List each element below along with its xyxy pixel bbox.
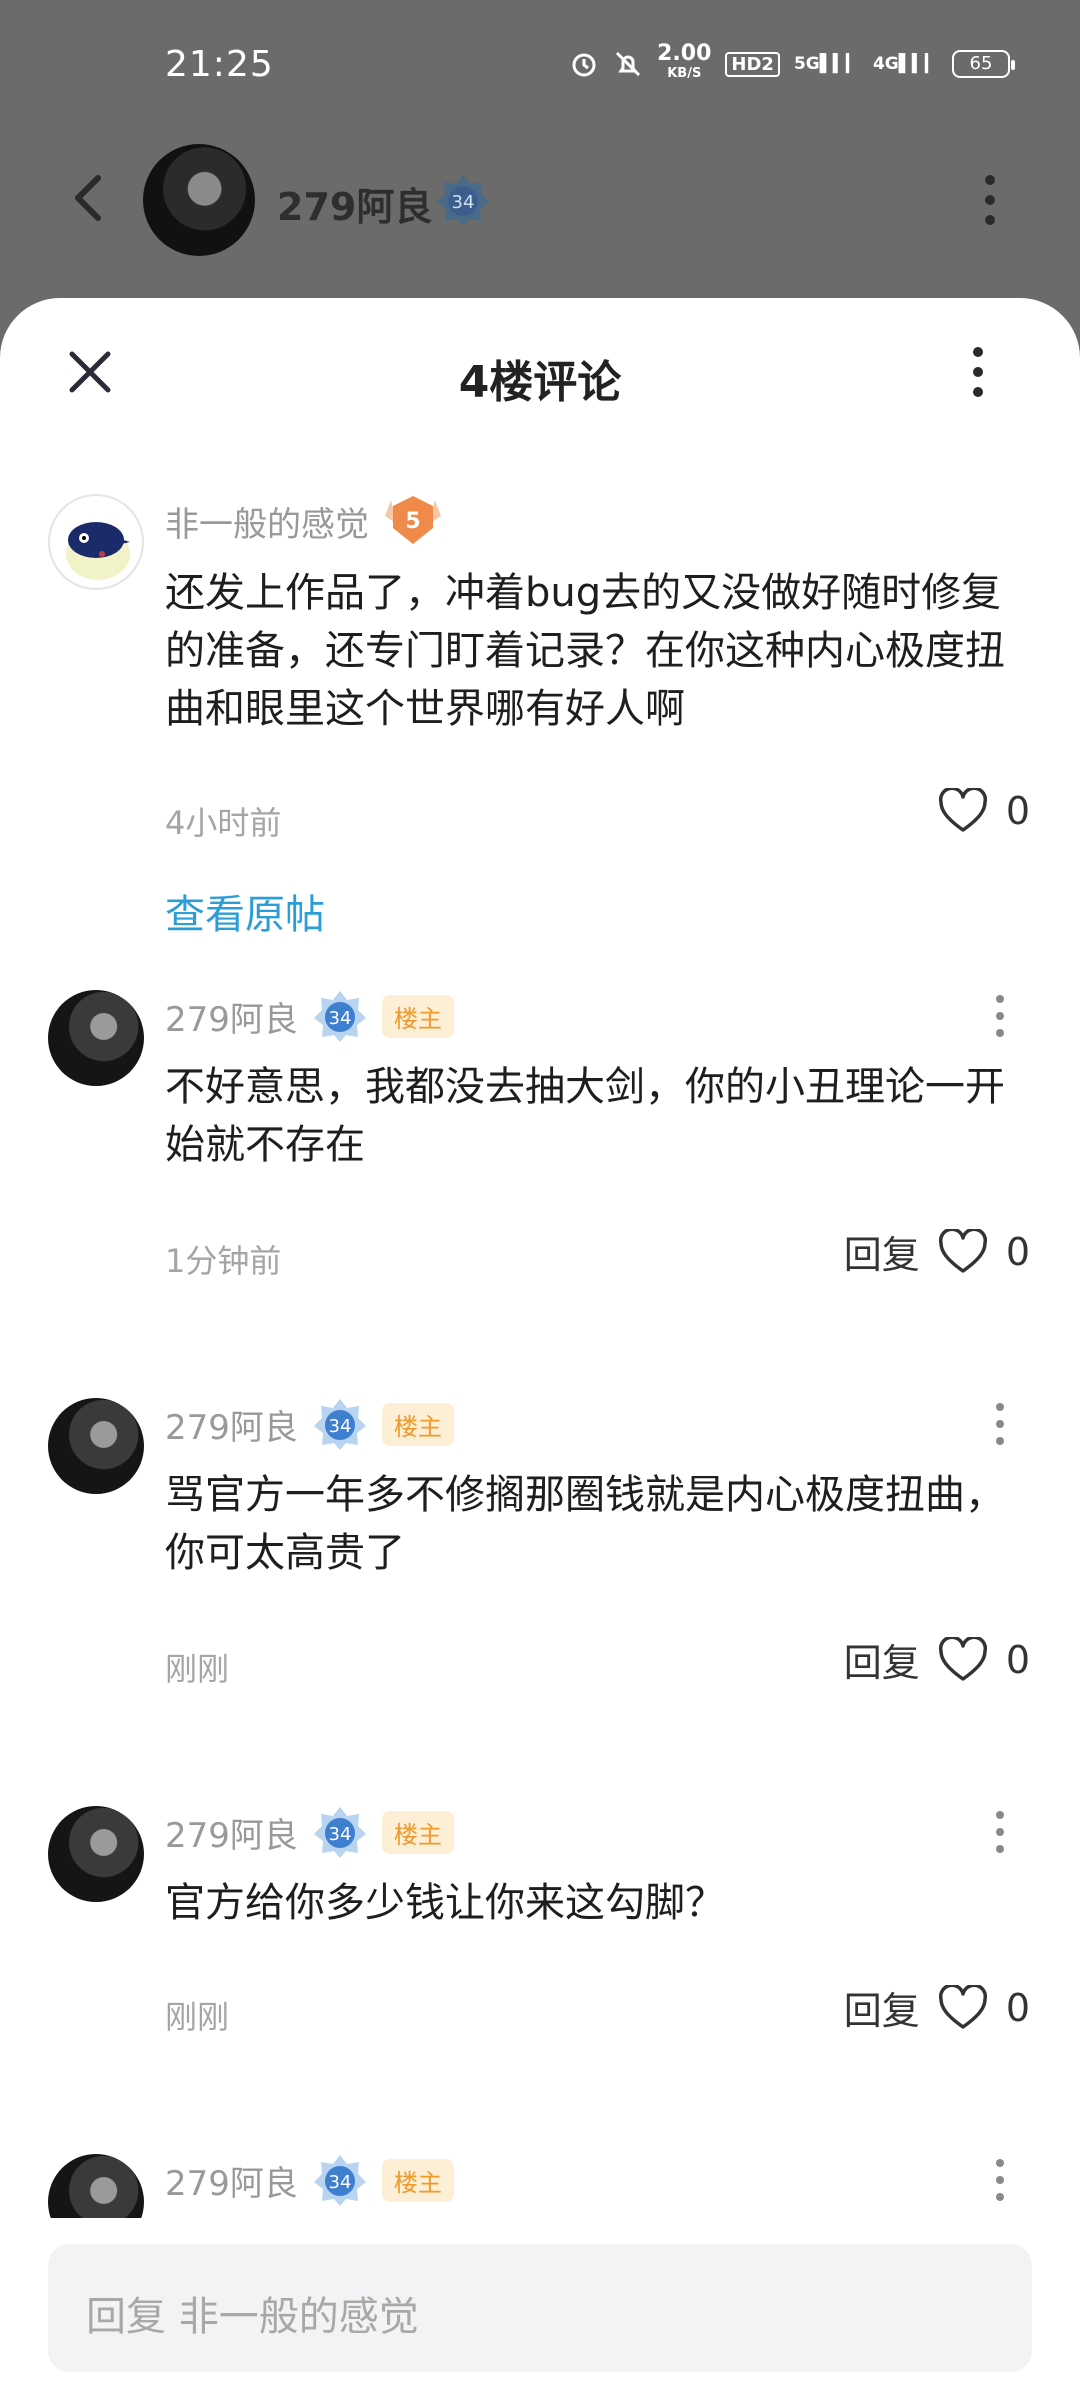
svg-text:34: 34 [452,192,475,213]
like-count: 0 [1005,789,1030,833]
status-bar: 21:25 2.00 KB/S HD2 5G▌▍▎ 4G▌▍▎ 65 [0,0,1080,130]
reply-placeholder: 回复 非一般的感觉 [86,2294,419,2340]
comment-author[interactable]: 非一般的感觉 [165,497,369,546]
post-header: 279阿良 34 [0,140,1080,260]
comment-author-row: 非一般的感觉 5 [165,494,443,548]
comment-author[interactable]: 279阿良 [165,992,298,1041]
level-badge-icon: 34 [313,991,366,1042]
user-avatar[interactable] [48,1806,144,1902]
bird-avatar-icon [66,522,130,580]
comment-text: 官方给你多少钱让你来这勾脚？ [165,1880,725,1926]
level-badge-icon: 5 [385,496,441,544]
hd-voice-icon: HD2 [725,51,780,77]
comment-actions: 回复 0 [844,1632,1030,1687]
svg-text:34: 34 [328,1824,351,1845]
status-time: 21:25 [165,44,274,85]
mute-bell-icon [616,51,641,77]
comment-author[interactable]: 279阿良 [165,2156,298,2205]
comment-author-row: 279阿良 34 楼主 [165,1804,454,1860]
net-speed: 2.00 KB/S [657,41,712,82]
comments-sheet: 4楼评论 非一般的感觉 5 还发上作品了，冲着bug去的又没做好随时修复的准备，… [0,298,1080,2400]
comment-text: 不好意思，我都没去抽大剑，你的小丑理论一开始就不存在 [165,1064,1005,1168]
battery-icon: 65 [952,50,1015,78]
like-count: 0 [1005,1985,1030,2030]
svg-text:34: 34 [328,1416,351,1437]
comment-actions: 回复 0 [844,1980,1030,2035]
comment-time: 4小时前 [165,804,282,842]
alarm-icon [572,53,596,77]
reply-button[interactable]: 回复 [844,1224,920,1279]
user-avatar[interactable] [48,494,144,590]
comment-author-row: 279阿良 34 楼主 [165,988,454,1044]
view-original-link[interactable]: 查看原帖 [165,882,325,940]
comment-text: 骂官方一年多不修搁那圈钱就是内心极度扭曲，你可太高贵了 [165,1472,1005,1576]
reply-button[interactable]: 回复 [844,1980,920,2035]
comment-author[interactable]: 279阿良 [165,1400,298,1449]
more-vertical-icon[interactable] [978,170,1002,230]
level-badge-icon: 34 [437,175,489,226]
more-vertical-icon[interactable] [966,344,990,400]
like-count: 0 [1005,1637,1030,1682]
comment-actions: 回复 0 [844,1224,1030,1279]
more-vertical-icon[interactable] [990,993,1010,1039]
level-badge-icon: 34 [313,1807,366,1858]
author-name[interactable]: 279阿良 [277,176,432,231]
comment-time: 1分钟前 [165,1242,282,1280]
level-badge-icon: 34 [313,2155,366,2206]
comment-author[interactable]: 279阿良 [165,1808,298,1857]
comment-text: 还发上作品了，冲着bug去的又没做好随时修复的准备，还专门盯着记录？在你这种内心… [165,570,1005,732]
more-vertical-icon[interactable] [990,1401,1010,1447]
more-vertical-icon[interactable] [990,2157,1010,2203]
more-vertical-icon[interactable] [990,1809,1010,1855]
user-avatar[interactable] [48,1398,144,1494]
user-avatar[interactable] [48,990,144,1086]
svg-text:5: 5 [405,509,420,534]
heart-icon[interactable] [938,788,988,834]
svg-text:34: 34 [328,2172,351,2193]
sheet-header: 4楼评论 [0,298,1080,453]
reply-input[interactable]: 回复 非一般的感觉 [48,2244,1032,2372]
svg-text:34: 34 [328,1008,351,1029]
author-avatar[interactable] [143,144,255,256]
sheet-title: 4楼评论 [458,357,622,408]
status-icons: 2.00 KB/S HD2 5G▌▍▎ 4G▌▍▎ 65 [569,41,1015,84]
signal-5g-icon: 5G▌▍▎ [793,54,859,74]
level-badge-icon: 34 [313,1399,366,1450]
heart-icon[interactable] [938,1228,988,1275]
owner-badge: 楼主 [381,2158,454,2202]
owner-badge: 楼主 [381,1810,454,1854]
comment-author-row: 279阿良 34 楼主 [165,2152,454,2208]
comment-time: 刚刚 [165,1650,230,1688]
heart-icon[interactable] [938,1636,988,1683]
comment-actions: 0 [938,788,1030,834]
owner-badge: 楼主 [381,994,454,1038]
signal-4g-icon: 4G▌▍▎ [872,54,938,74]
back-arrow-icon[interactable] [60,168,120,228]
reply-button[interactable]: 回复 [844,1632,920,1687]
owner-badge: 楼主 [381,1402,454,1446]
comment-time: 刚刚 [165,1998,230,2036]
comment-author-row: 279阿良 34 楼主 [165,1396,454,1452]
like-count: 0 [1005,1229,1030,1274]
heart-icon[interactable] [938,1984,988,2031]
